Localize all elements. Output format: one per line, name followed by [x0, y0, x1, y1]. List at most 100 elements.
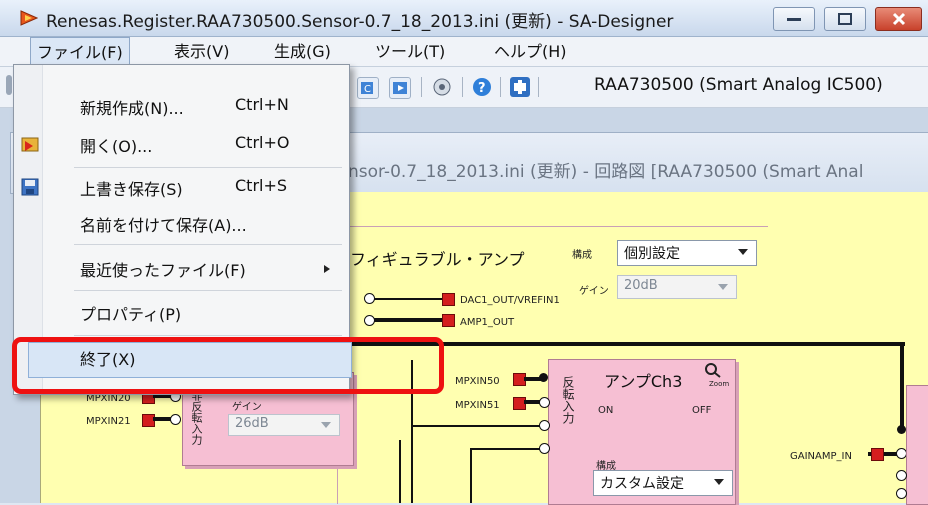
- left-block-vertical-label: 非反転入力: [190, 390, 203, 445]
- ch3-on-label: ON: [598, 405, 614, 416]
- network-icon: [433, 78, 451, 96]
- ch3-vertical-label: 反転入力: [561, 376, 575, 424]
- minimize-icon: [787, 18, 801, 21]
- menu-separator: [74, 290, 342, 291]
- left-block-gain-label: ゲイン: [232, 402, 262, 413]
- wire: [374, 298, 442, 300]
- toolbar-button-1[interactable]: C: [357, 77, 379, 99]
- svg-text:C: C: [364, 84, 371, 95]
- wire: [399, 440, 401, 503]
- toolbar-button-3[interactable]: [432, 77, 452, 97]
- menu-generate[interactable]: 生成(G): [268, 37, 337, 66]
- chevron-down-icon: [321, 422, 331, 428]
- input-pin-circle: [896, 470, 907, 481]
- menu-item-open-shortcut: Ctrl+O: [235, 133, 290, 152]
- window-title: Renesas.Register.RAA730500.Sensor-0.7_18…: [46, 12, 674, 32]
- run-icon: [393, 82, 407, 94]
- chevron-down-icon: [738, 249, 748, 255]
- toolbar-help-button[interactable]: ?: [472, 77, 492, 97]
- menu-separator: [74, 244, 342, 245]
- net-pin-square: [442, 314, 455, 327]
- input-pin-circle: [170, 414, 181, 425]
- net-amp-label: AMP1_OUT: [460, 317, 515, 328]
- menu-item-new-shortcut: Ctrl+N: [235, 95, 289, 114]
- submenu-arrow-icon: [324, 265, 330, 273]
- input-pin-circle: [539, 443, 550, 454]
- left-block-gain-value: 26dB: [235, 416, 269, 431]
- app-logo-icon: [20, 10, 38, 26]
- menu-item-new[interactable]: 新規作成(N)...: [80, 95, 184, 119]
- svg-text:?: ?: [478, 81, 486, 96]
- toolbar-separator: [538, 77, 539, 97]
- pin-mpxin51: MPXIN51: [455, 400, 500, 411]
- gain-select[interactable]: 20dB: [617, 275, 737, 299]
- wire: [153, 417, 171, 421]
- right-block-partial[interactable]: [906, 385, 928, 505]
- zoom-icon[interactable]: [704, 362, 722, 378]
- menu-file[interactable]: ファイル(F): [30, 37, 130, 66]
- config-select[interactable]: 個別設定: [617, 240, 757, 266]
- wire: [470, 448, 542, 450]
- close-button[interactable]: [875, 7, 922, 31]
- chip-icon: [514, 80, 526, 94]
- menu-tools[interactable]: ツール(T): [369, 37, 451, 66]
- menu-item-properties[interactable]: プロパティ(P): [80, 301, 181, 325]
- menu-item-open[interactable]: 開く(O)...: [80, 133, 152, 157]
- net-pin-square: [442, 293, 455, 306]
- wire: [470, 448, 472, 503]
- chevron-down-icon: [714, 479, 724, 485]
- net-dac-label: DAC1_OUT/VREFIN1: [460, 295, 560, 306]
- ch3-title: アンプCh3: [604, 372, 683, 391]
- amp-block-title: フィギュラブル・アンプ: [350, 250, 525, 269]
- input-pin-circle: [539, 420, 550, 431]
- wire: [411, 425, 541, 427]
- zoom-label: Zoom: [709, 380, 730, 388]
- config-select-value: 個別設定: [624, 246, 680, 262]
- annotation-highlight-box: [12, 337, 444, 394]
- toolbar-separator: [500, 77, 501, 97]
- menu-item-save[interactable]: 上書き保存(S): [80, 176, 183, 200]
- junction-dot: [539, 373, 548, 382]
- chevron-down-icon: [718, 284, 728, 290]
- device-label: RAA730500 (Smart Analog IC500): [594, 75, 883, 95]
- net-gainamp-label: GAINAMP_IN: [790, 451, 852, 462]
- menu-item-recent-files[interactable]: 最近使ったファイル(F): [80, 257, 246, 281]
- maximize-icon: [838, 13, 852, 25]
- junction-dot: [897, 425, 906, 434]
- maximize-button[interactable]: [824, 7, 866, 31]
- menu-item-save-shortcut: Ctrl+S: [235, 176, 288, 195]
- input-pin-circle: [896, 488, 907, 499]
- ch3-config-value: カスタム設定: [600, 476, 684, 492]
- close-icon: [892, 12, 905, 26]
- input-pin-circle: [539, 397, 550, 408]
- net-pin-square: [871, 448, 884, 461]
- toolbar-device-button[interactable]: [510, 77, 530, 97]
- minimize-button[interactable]: [773, 7, 815, 31]
- menu-view[interactable]: 表示(V): [168, 37, 235, 66]
- toolbar-separator: [421, 77, 422, 97]
- config-label: 構成: [572, 250, 592, 261]
- toolbar-grip-icon: [6, 75, 12, 95]
- left-block-gain-select[interactable]: 26dB: [228, 414, 340, 436]
- toolbar-button-2[interactable]: [389, 77, 411, 99]
- ch3-config-select[interactable]: カスタム設定: [593, 470, 733, 496]
- open-folder-icon: [21, 137, 39, 152]
- ch3-off-label: OFF: [692, 405, 712, 416]
- menu-separator: [74, 167, 342, 168]
- child-window-title: nsor-0.7_18_2013.ini (更新) - 回路図 [RAA7305…: [348, 162, 864, 182]
- menu-separator: [74, 335, 342, 336]
- wire: [374, 318, 442, 322]
- compile-icon: C: [361, 82, 373, 95]
- menu-bar: [0, 37, 928, 67]
- save-disk-icon: [21, 178, 39, 196]
- title-bar: Renesas.Register.RAA730500.Sensor-0.7_18…: [0, 0, 928, 37]
- help-icon: ?: [473, 78, 491, 96]
- gain-label: ゲイン: [579, 286, 609, 297]
- toolbar-separator: [462, 77, 463, 97]
- menu-help[interactable]: ヘルプ(H): [488, 37, 573, 66]
- gain-select-value: 20dB: [624, 278, 658, 293]
- main-bus-wire: [900, 342, 904, 428]
- menu-item-save-as[interactable]: 名前を付けて保存(A)...: [80, 212, 247, 236]
- pin-mpxin21: MPXIN21: [86, 416, 131, 427]
- pin-mpxin50: MPXIN50: [455, 376, 500, 387]
